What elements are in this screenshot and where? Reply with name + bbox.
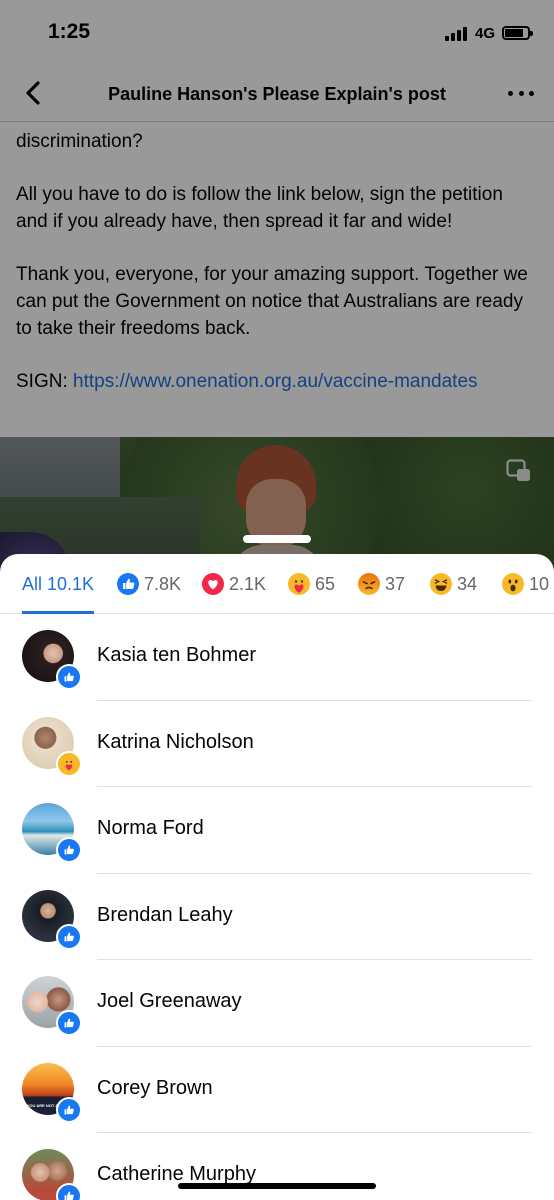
like-icon	[56, 1096, 82, 1123]
reactions-sheet: All 10.1K 7.8K 2.1K 65 37 34 10 Kasia te…	[0, 554, 554, 1200]
list-item[interactable]: Kasia ten Bohmer	[0, 614, 554, 701]
tab-wow[interactable]: 10	[502, 554, 549, 614]
tab-all[interactable]: All 10.1K	[22, 554, 94, 614]
tab-haha[interactable]: 34	[430, 554, 477, 614]
tab-care[interactable]: 65	[288, 554, 335, 614]
care-icon	[288, 573, 310, 595]
wow-icon	[502, 573, 524, 595]
tab-angry[interactable]: 37	[358, 554, 405, 614]
tab-label: 2.1K	[229, 573, 267, 594]
dim-overlay[interactable]	[0, 0, 554, 600]
angry-icon	[358, 573, 380, 595]
like-icon	[56, 664, 82, 690]
haha-icon	[430, 573, 452, 595]
reactor-list: Kasia ten Bohmer Katrina Nicholson Norma…	[0, 614, 554, 1200]
post-background: 1:25 4G Pauline Hanson's Please Explain'…	[0, 0, 554, 600]
reactor-name[interactable]: Katrina Nicholson	[97, 731, 254, 754]
tab-label: All 10.1K	[22, 573, 95, 594]
like-icon	[56, 923, 82, 950]
reactor-name[interactable]: Kasia ten Bohmer	[97, 644, 256, 667]
tab-label: 65	[315, 573, 336, 594]
tab-label: 7.8K	[144, 573, 182, 594]
like-icon	[56, 837, 82, 863]
sheet-grabber[interactable]	[243, 535, 311, 543]
like-icon	[56, 1183, 82, 1200]
tab-love[interactable]: 2.1K	[202, 554, 266, 614]
home-indicator[interactable]	[178, 1183, 376, 1189]
reaction-tabs: All 10.1K 7.8K 2.1K 65 37 34 10	[0, 554, 554, 614]
list-item[interactable]: Norma Ford	[0, 787, 554, 874]
list-item[interactable]: YOU ARE NOT ALONE Corey Brown	[0, 1047, 554, 1133]
love-icon	[202, 573, 224, 595]
reactor-name[interactable]: Joel Greenaway	[97, 990, 242, 1013]
list-item[interactable]: Catherine Murphy	[0, 1133, 554, 1200]
tab-label: 37	[385, 573, 406, 594]
reactor-name[interactable]: Norma Ford	[97, 817, 204, 840]
like-icon	[56, 1010, 82, 1036]
care-icon	[56, 750, 82, 777]
tab-label: 34	[457, 573, 478, 594]
reactor-name[interactable]: Corey Brown	[97, 1077, 213, 1100]
tab-like[interactable]: 7.8K	[117, 554, 181, 614]
list-item[interactable]: Katrina Nicholson	[0, 701, 554, 787]
reactor-name[interactable]: Brendan Leahy	[97, 904, 233, 927]
like-icon	[117, 573, 139, 595]
list-item[interactable]: Joel Greenaway	[0, 960, 554, 1047]
list-item[interactable]: Brendan Leahy	[0, 874, 554, 960]
tab-label: 10	[529, 573, 550, 594]
